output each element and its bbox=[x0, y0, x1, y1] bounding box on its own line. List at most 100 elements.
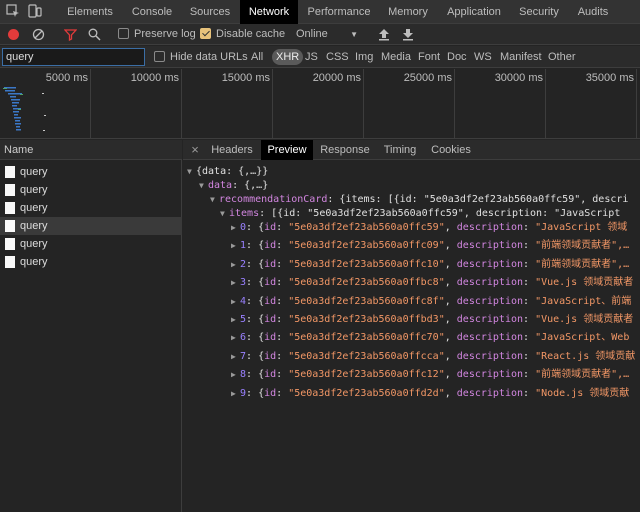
tab-application[interactable]: Application bbox=[440, 0, 508, 24]
json-item-description: "Node.js 领域贡献 bbox=[535, 387, 630, 399]
request-row[interactable]: query bbox=[0, 235, 182, 253]
filter-type-font[interactable]: Font bbox=[418, 46, 440, 68]
json-key: id bbox=[264, 295, 277, 307]
request-row[interactable]: query bbox=[0, 163, 182, 181]
filter-input[interactable] bbox=[2, 48, 145, 66]
record-button[interactable] bbox=[8, 29, 19, 40]
filter-type-xhr[interactable]: XHR bbox=[272, 49, 304, 65]
throttling-select[interactable]: Online ▼ bbox=[296, 24, 362, 45]
filter-type-manifest[interactable]: Manifest bbox=[500, 46, 542, 68]
json-key: description bbox=[456, 240, 524, 252]
json-key: items bbox=[229, 208, 260, 219]
tab-sources[interactable]: Sources bbox=[182, 0, 238, 24]
json-preview: ▼ {data: {,…}} ▼ data: {,…} ▼ recommendatio… bbox=[183, 162, 640, 512]
filter-type-other[interactable]: Other bbox=[548, 46, 576, 68]
document-icon bbox=[5, 238, 15, 250]
expand-triangle-icon: ▼ bbox=[187, 167, 192, 176]
timeline-tick-label: 15000 ms bbox=[221, 72, 270, 84]
checkbox-icon bbox=[154, 51, 165, 62]
json-root[interactable]: ▼ {data: {,…}} bbox=[187, 165, 268, 179]
tab-elements[interactable]: Elements bbox=[58, 0, 122, 24]
device-toolbar-icon[interactable] bbox=[28, 4, 42, 18]
request-row[interactable]: query bbox=[0, 253, 182, 271]
tab-headers[interactable]: Headers bbox=[205, 140, 259, 160]
request-row-selected[interactable]: query bbox=[0, 217, 182, 235]
tab-performance[interactable]: Performance bbox=[300, 0, 378, 24]
json-item-row[interactable]: ▶ 3: {id: "5e0a3df2ef23ab560a0ffbc8", des… bbox=[231, 276, 633, 290]
tab-memory[interactable]: Memory bbox=[380, 0, 436, 24]
json-items-node[interactable]: ▼ items: [{id: "5e0a3df2ef23ab560a0ffc59"… bbox=[220, 207, 620, 221]
filter-type-media[interactable]: Media bbox=[381, 46, 411, 68]
filter-type-js[interactable]: JS bbox=[305, 46, 318, 68]
json-item-row[interactable]: ▶ 2: {id: "5e0a3df2ef23ab560a0ffc10", des… bbox=[231, 258, 629, 272]
expand-triangle-right-icon: ▶ bbox=[231, 278, 236, 288]
json-item-row[interactable]: ▶ 5: {id: "5e0a3df2ef23ab560a0ffbd3", des… bbox=[231, 313, 633, 327]
tab-timing[interactable]: Timing bbox=[377, 140, 423, 160]
export-har-icon[interactable] bbox=[402, 28, 414, 41]
expand-triangle-icon: ▼ bbox=[199, 181, 204, 190]
disable-cache-checkbox[interactable]: Disable cache bbox=[200, 24, 285, 45]
filter-type-doc[interactable]: Doc bbox=[447, 46, 467, 68]
filter-icon[interactable] bbox=[64, 28, 77, 41]
json-item-row[interactable]: ▶ 1: {id: "5e0a3df2ef23ab560a0ffc09", des… bbox=[231, 239, 629, 253]
json-item-row[interactable]: ▶ 9: {id: "5e0a3df2ef23ab560a0ffd2d", des… bbox=[231, 387, 629, 401]
filter-type-all[interactable]: All bbox=[251, 46, 263, 68]
request-name: query bbox=[20, 166, 48, 178]
tab-audits[interactable]: Audits bbox=[570, 0, 616, 24]
timeline-tick-label: 25000 ms bbox=[403, 72, 452, 84]
inspect-element-icon[interactable] bbox=[6, 4, 20, 18]
tab-network[interactable]: Network bbox=[240, 0, 298, 24]
expand-triangle-right-icon: ▶ bbox=[231, 259, 236, 269]
json-item-id: "5e0a3df2ef23ab560a0ffc12" bbox=[288, 369, 445, 381]
json-key: description bbox=[456, 277, 524, 289]
tab-security[interactable]: Security bbox=[512, 0, 566, 24]
throttling-value: Online bbox=[296, 28, 328, 40]
timeline-tick-label: 10000 ms bbox=[130, 72, 179, 84]
json-item-description: "前端领域贡献者",… bbox=[535, 369, 630, 381]
json-card-node[interactable]: ▼ recommendationCard: {items: [{id: "5e0a… bbox=[210, 193, 628, 207]
clear-icon[interactable] bbox=[32, 28, 45, 41]
json-item-row[interactable]: ▶ 8: {id: "5e0a3df2ef23ab560a0ffc12", des… bbox=[231, 368, 629, 382]
json-key: description bbox=[456, 369, 524, 381]
timeline-overview[interactable]: 5000 ms 10000 ms 15000 ms 20000 ms 25000… bbox=[0, 69, 640, 139]
checkbox-icon bbox=[118, 28, 129, 39]
json-item-description: "JavaScript 领域 bbox=[535, 222, 628, 233]
json-item-description: "React.js 领域贡献 bbox=[535, 350, 636, 362]
filter-type-img[interactable]: Img bbox=[355, 46, 373, 68]
tab-preview[interactable]: Preview bbox=[261, 140, 313, 160]
expand-triangle-icon: ▼ bbox=[220, 209, 225, 218]
filter-type-ws[interactable]: WS bbox=[474, 46, 492, 68]
json-key: description bbox=[456, 258, 524, 270]
json-item-description: "Vue.js 领域贡献者 bbox=[535, 277, 634, 289]
filter-type-css[interactable]: CSS bbox=[326, 46, 349, 68]
tab-console[interactable]: Console bbox=[122, 0, 182, 24]
tab-cookies[interactable]: Cookies bbox=[425, 140, 477, 160]
json-item-description: "前端领域贡献者",… bbox=[535, 258, 630, 270]
json-item-row[interactable]: ▶ 6: {id: "5e0a3df2ef23ab560a0ffc70", des… bbox=[231, 331, 629, 345]
close-icon[interactable]: × bbox=[189, 140, 201, 160]
checked-checkbox-icon bbox=[200, 28, 211, 39]
name-column-header[interactable]: Name bbox=[0, 140, 182, 160]
json-data-node[interactable]: ▼ data: {,…} bbox=[199, 179, 268, 193]
tab-response[interactable]: Response bbox=[315, 140, 375, 160]
import-har-icon[interactable] bbox=[378, 28, 390, 41]
json-item-row[interactable]: ▶ 4: {id: "5e0a3df2ef23ab560a0ffc8f", des… bbox=[231, 295, 631, 309]
preserve-log-label: Preserve log bbox=[134, 28, 196, 40]
filter-bar: Hide data URLs All XHR JS CSS Img Media … bbox=[0, 46, 640, 68]
request-row[interactable]: query bbox=[0, 199, 182, 217]
document-icon bbox=[5, 220, 15, 232]
hide-data-urls-checkbox[interactable]: Hide data URLs bbox=[154, 46, 248, 68]
expand-triangle-right-icon: ▶ bbox=[231, 223, 236, 232]
json-item-row[interactable]: ▶ 7: {id: "5e0a3df2ef23ab560a0ffcca", des… bbox=[231, 350, 635, 364]
details-tab-bar: × Headers Preview Response Timing Cookie… bbox=[183, 140, 640, 160]
request-waterfall-bars bbox=[3, 87, 46, 131]
json-key: description bbox=[456, 350, 524, 362]
request-list: Name query query query query query query bbox=[0, 140, 182, 512]
expand-triangle-right-icon: ▶ bbox=[231, 315, 236, 324]
preserve-log-checkbox[interactable]: Preserve log bbox=[118, 24, 196, 45]
json-item-row[interactable]: ▶ 0: {id: "5e0a3df2ef23ab560a0ffc59", des… bbox=[231, 221, 627, 235]
request-row[interactable]: query bbox=[0, 181, 182, 199]
timeline-tick-label: 5000 ms bbox=[45, 72, 88, 84]
search-icon[interactable] bbox=[88, 28, 101, 41]
document-icon bbox=[5, 256, 15, 268]
